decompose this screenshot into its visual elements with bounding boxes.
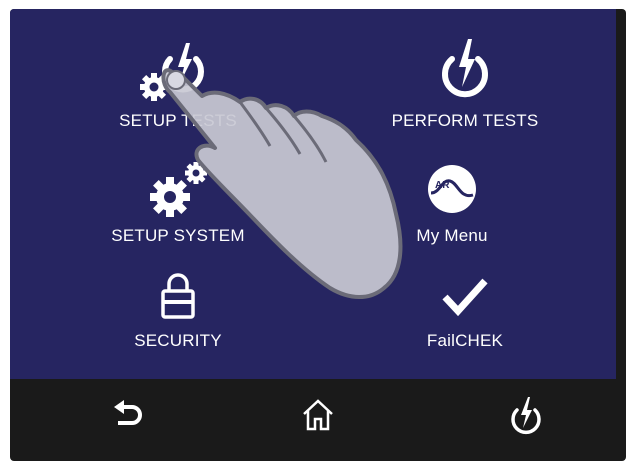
main-menu-panel: SETUP TESTS PERFORM TESTS SETUP SYSTEM A…	[10, 9, 616, 379]
perform-tests-button[interactable]: PERFORM TESTS	[345, 25, 585, 135]
back-button[interactable]	[98, 389, 158, 441]
home-button[interactable]	[288, 389, 348, 441]
home-icon	[303, 399, 333, 431]
ar-logo-text: AR	[435, 180, 450, 191]
bottom-nav-bar	[10, 379, 626, 452]
failchek-label: FailCHEK	[426, 331, 504, 350]
setup-system-button[interactable]: SETUP SYSTEM	[58, 151, 298, 261]
touch-screen: SETUP TESTS PERFORM TESTS SETUP SYSTEM A…	[10, 9, 626, 461]
lock-icon	[160, 271, 196, 319]
back-arrow-icon	[114, 400, 142, 425]
gears-icon	[138, 157, 218, 221]
perform-tests-label: PERFORM TESTS	[391, 111, 539, 130]
setup-system-label: SETUP SYSTEM	[111, 226, 245, 245]
setup-tests-label: SETUP TESTS	[119, 111, 237, 130]
failchek-button[interactable]: FailCHEK	[345, 271, 585, 381]
checkmark-icon	[441, 275, 489, 317]
power-bolt-icon	[511, 397, 541, 435]
security-button[interactable]: SECURITY	[58, 271, 298, 381]
gear-power-icon	[134, 37, 214, 107]
my-menu-button[interactable]: AR My Menu	[332, 151, 572, 261]
security-label: SECURITY	[134, 331, 222, 350]
setup-tests-button[interactable]: SETUP TESTS	[58, 25, 298, 135]
power-button[interactable]	[496, 389, 556, 441]
my-menu-label: My Menu	[416, 226, 488, 245]
ar-logo-icon: AR	[426, 163, 478, 215]
power-bolt-icon	[435, 35, 495, 101]
